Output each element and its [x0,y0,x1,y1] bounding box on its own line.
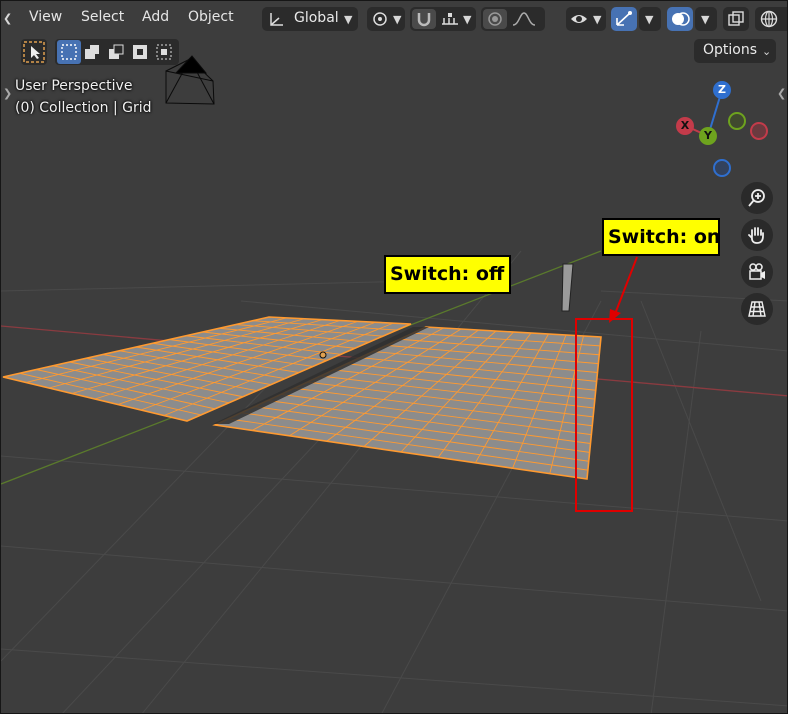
chevron-down-icon: ▼ [701,13,710,26]
floor-grid [1,250,787,713]
selection-mode-group [55,39,179,65]
snapping-controls[interactable]: ▼ [410,7,476,31]
magnet-icon [417,13,431,27]
gizmo-neg-x-axis[interactable] [750,122,768,140]
menu-object[interactable]: Object [188,9,234,25]
chevron-down-icon: ▼ [393,13,402,26]
pivot-point-dropdown[interactable]: ▼ [367,7,405,31]
transform-orientation-dropdown[interactable]: Global ▼ [262,7,358,31]
mode-set-button[interactable] [57,40,81,64]
chevron-down-icon: ▼ [463,13,472,26]
snap-toggle[interactable] [412,9,436,29]
chevron-down-icon: ⌄ [762,45,772,58]
toolbar-expand-icon[interactable]: ❯ [3,87,12,100]
perspective-toggle-button[interactable] [741,293,773,325]
camera-icon [749,263,765,280]
sidebar-expand-icon[interactable]: ❮ [777,87,786,100]
chevron-down-icon: ▼ [645,13,654,26]
pan-button[interactable] [741,219,773,251]
active-tool-slot[interactable] [21,39,47,65]
xray-toggle[interactable] [723,7,749,31]
annotation-arrowhead [609,309,621,323]
eye-icon [571,15,587,23]
new-selection-icon [61,44,77,60]
floor-grid-line [1,545,787,612]
gizmo-toggle[interactable] [611,7,637,31]
globe-icon [760,10,778,28]
snap-increment-icon [442,13,458,25]
overlays-icon [672,12,690,26]
grid-perspective-icon [748,301,766,317]
floor-grid-line [640,300,762,602]
switch-off-callout: Switch: off [384,255,511,294]
gizmo-neg-z-axis[interactable] [713,159,731,177]
collection-label: (0) Collection | Grid [15,100,152,116]
xray-icon [728,11,744,26]
gizmo-dropdown[interactable]: ▼ [639,7,661,31]
wireframe-shading-button[interactable] [755,7,787,31]
select-tool-icon [23,41,45,63]
proportional-circle-icon [488,12,502,26]
proportional-editing-controls[interactable] [481,7,545,31]
falloff-curve-icon [512,12,536,26]
zoom-icon [748,189,765,207]
view-perspective-label: User Perspective [15,78,133,94]
orientation-axes-icon [270,13,283,26]
visibility-dropdown[interactable]: ▼ [566,7,606,31]
invert-selection-icon[interactable] [131,43,149,61]
overlays-dropdown[interactable]: ▼ [695,7,717,31]
header-collapse-icon[interactable]: ❮ [3,12,12,25]
floor-grid-line [1,280,422,292]
object-origin [319,351,327,359]
annotation-arrow [614,256,638,315]
hand-icon [748,227,764,244]
pivot-icon [373,12,387,26]
gizmo-x-axis[interactable]: X [676,117,694,135]
viewport-header: ❮ View Select Add Object Global ▼ ▼ ▼ ▼ … [1,1,787,37]
orientation-label: Global [294,10,339,26]
menu-view[interactable]: View [29,9,62,25]
gizmo-arrows-icon [616,11,632,26]
camera-view-button[interactable] [741,256,773,288]
options-dropdown[interactable]: Options ⌄ [694,39,776,63]
floor-grid-line [1,455,787,522]
gizmo-z-axis[interactable]: Z [713,81,731,99]
light-object [561,263,574,312]
subtract-selection-icon[interactable] [107,43,125,61]
chevron-down-icon: ▼ [593,13,602,26]
switch-on-callout: Switch: on [602,218,720,256]
gizmo-neg-y-axis[interactable] [728,112,746,130]
options-label: Options [703,42,758,58]
zoom-button[interactable] [741,182,773,214]
extend-selection-icon[interactable] [83,43,101,61]
gizmo-y-axis[interactable]: Y [699,127,717,145]
floor-grid-line [1,648,787,707]
intersect-selection-icon[interactable] [155,43,173,61]
proportional-toggle[interactable] [483,9,507,29]
menu-select[interactable]: Select [81,9,124,25]
overlays-toggle[interactable] [667,7,693,31]
chevron-down-icon: ▼ [344,13,353,26]
3d-viewport[interactable]: ❮ View Select Add Object Global ▼ ▼ ▼ ▼ … [0,0,788,714]
menu-add[interactable]: Add [142,9,169,25]
